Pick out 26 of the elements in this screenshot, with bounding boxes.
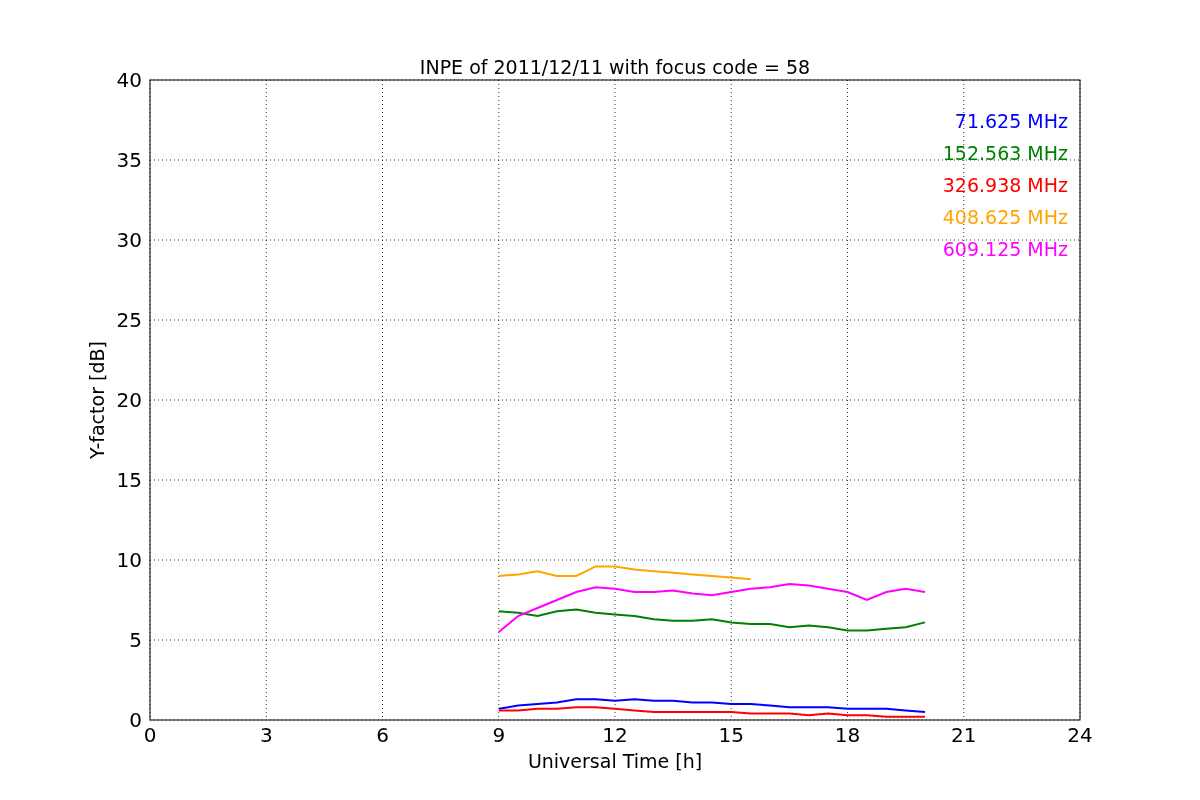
legend-label: 152.563 MHz (942, 142, 1068, 164)
chart-title: INPE of 2011/12/11 with focus code = 58 (419, 56, 811, 78)
tick-label: 18 (834, 723, 861, 747)
tick-label: 0 (129, 708, 142, 732)
axis-label: Universal Time [h] (527, 750, 703, 772)
tick-label: 35 (116, 148, 142, 172)
tick-label: 3 (259, 723, 273, 747)
tick-label: 40 (116, 68, 142, 92)
tick-label: 6 (376, 723, 389, 747)
legend-label: 326.938 MHz (942, 174, 1068, 196)
tick-label: 12 (602, 723, 628, 747)
tick-label: 0 (143, 723, 157, 747)
tick-label: 30 (116, 228, 142, 252)
legend-label: 609.125 MHz (942, 238, 1068, 260)
tick-label: 5 (129, 628, 142, 652)
tick-label: 15 (116, 468, 142, 492)
legend-label: 71.625 MHz (954, 110, 1068, 132)
tick-label: 25 (116, 308, 142, 332)
tick-label: 21 (951, 723, 977, 747)
tick-label: 15 (718, 723, 744, 747)
legend-label: 408.625 MHz (942, 206, 1068, 228)
tick-label: 9 (492, 723, 506, 747)
tick-label: 10 (116, 548, 142, 572)
axis-label: Y-factor [dB] (86, 341, 108, 459)
tick-label: 24 (1067, 723, 1093, 747)
tick-label: 20 (116, 388, 142, 412)
